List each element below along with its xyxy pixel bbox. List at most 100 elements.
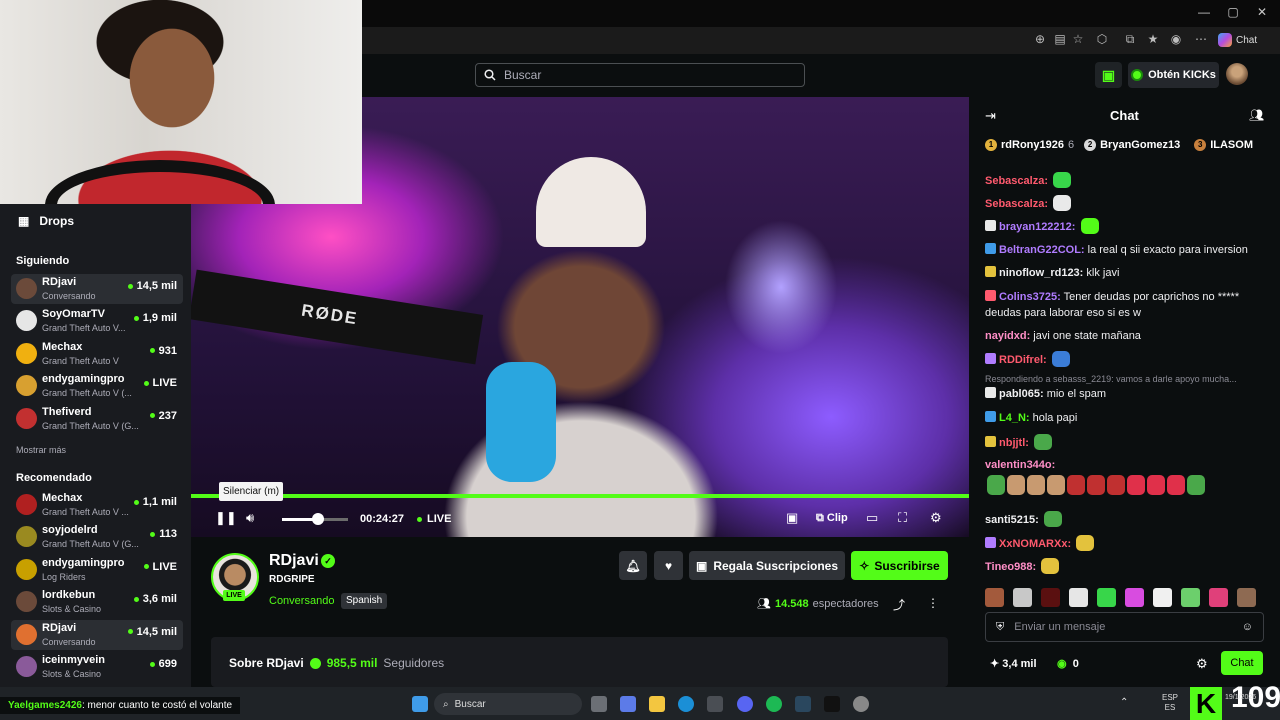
- chat-message[interactable]: XxNOMARXx:: [985, 535, 1270, 552]
- subscribe-button[interactable]: ✧ Suscribirse: [851, 551, 948, 580]
- sidebar-channel-row[interactable]: Thefiverd Grand Theft Auto V (G... 237: [11, 404, 183, 434]
- collapse-chat-icon[interactable]: ⇥: [985, 108, 996, 124]
- chat-username[interactable]: nbjjtl:: [999, 437, 1029, 449]
- settings-gear-icon[interactable]: ⚙: [930, 510, 942, 526]
- user-avatar[interactable]: [1226, 63, 1248, 85]
- spotify-icon[interactable]: [766, 696, 782, 712]
- chat-message[interactable]: brayan122212:: [985, 218, 1270, 235]
- widgets-icon[interactable]: [620, 696, 636, 712]
- chat-username[interactable]: Sebascalza:: [985, 175, 1048, 187]
- fullscreen-icon[interactable]: ⛶: [898, 510, 907, 526]
- emoji-icon[interactable]: ☺: [1242, 621, 1253, 633]
- sidebar-channel-row[interactable]: RDjavi Conversando 14,5 mil: [11, 619, 183, 650]
- send-chat-button[interactable]: Chat: [1221, 651, 1263, 675]
- emote-strip[interactable]: [985, 588, 1265, 608]
- windows-start-icon[interactable]: [412, 696, 428, 712]
- sidebar-channel-row[interactable]: lordkebun Slots & Casino 3,6 mil: [11, 587, 183, 617]
- emote-8-icon[interactable]: [1181, 588, 1200, 607]
- reader-icon[interactable]: ▤: [1053, 32, 1067, 46]
- obs-icon[interactable]: [853, 696, 869, 712]
- sidebar-channel-row[interactable]: endygamingpro Grand Theft Auto V (... LIVE: [11, 371, 183, 401]
- chat-message-input[interactable]: ⛨ Enviar un mensaje ☺: [985, 612, 1264, 642]
- close-icon[interactable]: ✕: [1252, 5, 1272, 19]
- sidebar-channel-row[interactable]: Mechax Grand Theft Auto V 931: [11, 339, 183, 369]
- emote-3-icon[interactable]: [1041, 588, 1060, 607]
- chat-username[interactable]: valentin344o:: [985, 459, 1055, 471]
- emote-6-icon[interactable]: [1125, 588, 1144, 607]
- emote-4-icon[interactable]: [1069, 588, 1088, 607]
- edge-browser-icon[interactable]: [678, 696, 694, 712]
- discord-icon[interactable]: [737, 696, 753, 712]
- emote-1-icon[interactable]: [985, 588, 1004, 607]
- more-menu-icon[interactable]: ⋯: [1194, 32, 1208, 46]
- zoom-icon[interactable]: ⊕: [1033, 32, 1047, 46]
- pause-icon[interactable]: ❚❚: [215, 510, 237, 526]
- chat-username[interactable]: santi5215:: [985, 514, 1039, 526]
- chat-username[interactable]: RDDifrel:: [999, 354, 1047, 366]
- chat-message[interactable]: nayidxd: javi one state mañana: [985, 328, 1270, 344]
- chat-message[interactable]: valentin344o:: [985, 457, 1270, 496]
- stream-tag[interactable]: Spanish: [341, 593, 388, 609]
- emote-9-icon[interactable]: [1209, 588, 1228, 607]
- drops-link[interactable]: ▦ Drops: [18, 214, 74, 228]
- store-icon[interactable]: [707, 696, 723, 712]
- sidebar-channel-row[interactable]: Mechax Grand Theft Auto V ... 1,1 mil: [11, 490, 183, 520]
- language-indicator[interactable]: ESP ES: [1162, 693, 1178, 713]
- extension-icon[interactable]: ⬡: [1095, 32, 1109, 46]
- chat-username[interactable]: brayan122212:: [999, 221, 1075, 233]
- chat-username[interactable]: L4_N:: [999, 412, 1030, 424]
- epic-app-icon[interactable]: [824, 696, 840, 712]
- chat-username[interactable]: nayidxd:: [985, 330, 1030, 342]
- kicks-balance[interactable]: ◉ 0: [1057, 657, 1079, 670]
- chat-message[interactable]: Sebascalza:: [985, 195, 1270, 212]
- more-options-icon[interactable]: ⋮: [927, 596, 939, 610]
- volume-icon[interactable]: 🔊︎: [246, 510, 254, 526]
- sidebar-channel-row[interactable]: endygamingpro Log Riders LIVE: [11, 555, 183, 585]
- chat-message[interactable]: RDDifrel:: [985, 351, 1270, 368]
- theater-mode-icon[interactable]: ▭: [866, 510, 878, 526]
- top-gifter[interactable]: 1 rdRony1926 6: [985, 137, 1074, 153]
- taskbar-search[interactable]: ⌕ Buscar: [434, 693, 582, 715]
- stream-category[interactable]: Conversando: [269, 595, 334, 607]
- chat-username[interactable]: Sebascalza:: [985, 198, 1048, 210]
- chat-message[interactable]: L4_N: hola papi: [985, 410, 1270, 426]
- channel-name[interactable]: RDjavi: [269, 552, 319, 570]
- sidebar-channel-row[interactable]: soyjodelrd Grand Theft Auto V (G... 113: [11, 522, 183, 552]
- maximize-icon[interactable]: ▢: [1223, 5, 1243, 19]
- top-gifter[interactable]: 3 ILASOM: [1194, 137, 1257, 153]
- notification-bell-icon[interactable]: 🔔︎: [619, 551, 647, 580]
- clip-button[interactable]: ⧉ Clip: [816, 512, 848, 525]
- emote-7-icon[interactable]: [1153, 588, 1172, 607]
- gift-subs-button[interactable]: ▣ Regala Suscripciones: [689, 551, 845, 580]
- chat-username[interactable]: Colins3725:: [999, 291, 1061, 303]
- favorite-star-icon[interactable]: ☆: [1071, 32, 1085, 46]
- minimize-icon[interactable]: —: [1194, 5, 1214, 19]
- chat-message[interactable]: santi5215:: [985, 511, 1270, 528]
- miniplayer-icon[interactable]: ▣: [786, 510, 798, 526]
- steam-icon[interactable]: [795, 696, 811, 712]
- volume-slider-knob[interactable]: [312, 513, 324, 525]
- chat-message[interactable]: BeltranG22COL: la real q sii exacto para…: [985, 242, 1270, 258]
- chat-settings-icon[interactable]: ⚙: [1196, 656, 1208, 672]
- split-screen-icon[interactable]: ⧉: [1123, 32, 1137, 46]
- chat-message[interactable]: Sebascalza:: [985, 172, 1270, 189]
- top-gifter[interactable]: 2 BryanGomez13: [1084, 137, 1184, 153]
- chat-message[interactable]: ninoflow_rd123: klk javi: [985, 265, 1270, 281]
- chat-message[interactable]: nbjjtl:: [985, 434, 1270, 451]
- emote-2-icon[interactable]: [1013, 588, 1032, 607]
- chat-username[interactable]: XxNOMARXx:: [999, 538, 1071, 550]
- emote-5-icon[interactable]: [1097, 588, 1116, 607]
- search-input[interactable]: Buscar: [475, 63, 805, 87]
- chat-username[interactable]: BeltranG22COL:: [999, 244, 1085, 256]
- stream-progress-bar[interactable]: [191, 494, 969, 498]
- sidebar-channel-row[interactable]: iceinmyvein Slots & Casino 699: [11, 652, 183, 682]
- channel-points[interactable]: ✦ 3,4 mil: [990, 657, 1037, 670]
- favorites-icon[interactable]: ★: [1146, 32, 1160, 46]
- get-kicks-button[interactable]: Obtén KICKs: [1128, 62, 1219, 88]
- sidebar-channel-row[interactable]: SoyOmarTV Grand Theft Auto V... 1,9 mil: [11, 306, 183, 336]
- chat-users-icon[interactable]: 👥︎: [1249, 108, 1264, 122]
- system-tray-chevron-icon[interactable]: ⌃: [1120, 697, 1128, 708]
- chat-username[interactable]: ninoflow_rd123:: [999, 267, 1083, 279]
- chat-username[interactable]: pabl065:: [999, 388, 1044, 400]
- chat-message[interactable]: Colins3725: Tener deudas por caprichos n…: [985, 289, 1270, 321]
